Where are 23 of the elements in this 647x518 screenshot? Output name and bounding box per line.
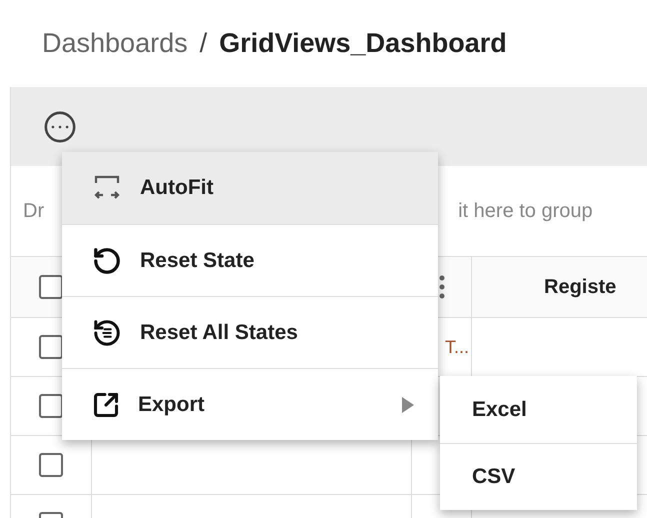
menu-item[interactable]: Export [62,368,438,440]
menu-item[interactable]: Reset State [62,224,438,296]
submenu-item[interactable]: CSV [440,443,637,510]
column-header[interactable]: Registe [544,272,616,302]
reset-list-icon [92,318,122,348]
checkbox[interactable] [39,453,63,477]
submenu-item[interactable]: Excel [440,376,637,443]
menu-item[interactable]: Reset All States [62,296,438,368]
export-icon [92,390,120,418]
more-options-icon[interactable] [43,110,77,144]
menu-item[interactable]: AutoFit [62,152,438,224]
breadcrumb-separator: / [200,27,208,60]
table-cell-text: T... [444,336,469,358]
group-panel-hint: it here to group [458,199,593,224]
breadcrumb-current: GridViews_Dashboard [219,27,507,60]
group-panel-hint: Dr [23,199,44,224]
checkbox[interactable] [39,335,63,359]
column-menu-icon[interactable] [438,275,444,299]
submenu-arrow-icon [402,396,414,412]
checkbox[interactable] [39,394,63,418]
reset-icon [92,246,122,276]
breadcrumb-link[interactable]: Dashboards [42,23,188,64]
checkbox[interactable] [39,275,63,299]
